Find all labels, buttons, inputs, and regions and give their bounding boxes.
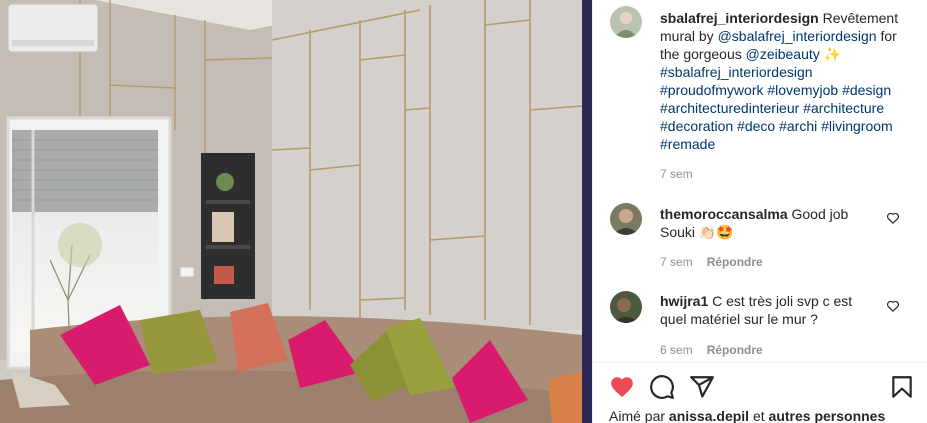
hashtags-line-2[interactable]: #proudofmywork #lovemyjob #design xyxy=(660,82,891,98)
caption-sparkle-emoji: ✨ xyxy=(823,46,842,62)
comment-username[interactable]: hwijra1 xyxy=(660,293,708,309)
commenter-avatar-image xyxy=(610,291,642,323)
likes-prefix: Aimé par xyxy=(609,408,666,423)
comment-time[interactable]: 6 sem xyxy=(660,343,693,357)
bookmark-icon[interactable] xyxy=(889,374,915,400)
hashtags-line-4[interactable]: #decoration #deco #archi #livingroom xyxy=(660,118,893,134)
caption-time[interactable]: 7 sem xyxy=(660,167,693,181)
hashtags-line-1[interactable]: #sbalafrej_interiordesign xyxy=(660,64,813,80)
comment-bubble-icon[interactable] xyxy=(649,374,675,400)
likes-others[interactable]: autres personnes xyxy=(769,408,886,423)
post-caption: sbalafrej_interiordesign Revêtement mura… xyxy=(660,9,910,153)
comment-body: themoroccansalma Good job Souki 👏🏻🤩 xyxy=(660,205,885,241)
caption-author[interactable]: sbalafrej_interiordesign xyxy=(660,10,819,26)
reply-button[interactable]: Répondre xyxy=(707,255,763,269)
comment-emoji: 👏🏻🤩 xyxy=(698,224,734,240)
hashtags-line-5[interactable]: #remade xyxy=(660,136,715,152)
comment-avatar[interactable] xyxy=(610,291,642,323)
likes-summary[interactable]: Aimé par anissa.depil et autres personne… xyxy=(609,408,885,423)
actions-divider xyxy=(592,362,927,363)
comment-body: hwijra1 C est très joli svp c est quel m… xyxy=(660,292,885,328)
comment-text-line-1: C est très joli svp c est xyxy=(712,293,853,309)
comment-meta: 6 sem Répondre xyxy=(660,343,763,357)
likes-conjunction: et xyxy=(752,408,765,423)
commenter-avatar-image xyxy=(610,203,642,235)
paper-plane-icon[interactable] xyxy=(689,374,715,400)
living-room-photo xyxy=(0,0,592,423)
caption-mention-author[interactable]: @sbalafrej_interiordesign xyxy=(718,28,877,44)
reply-button[interactable]: Répondre xyxy=(707,343,763,357)
heart-outline-icon[interactable] xyxy=(886,211,900,225)
comment-username[interactable]: themoroccansalma xyxy=(660,206,788,222)
author-avatar[interactable] xyxy=(610,6,642,38)
heart-filled-icon[interactable] xyxy=(609,374,635,400)
post-photo[interactable] xyxy=(0,0,592,423)
author-avatar-image xyxy=(610,6,642,38)
heart-outline-icon[interactable] xyxy=(886,299,900,313)
comment-text-line-2: quel matériel sur le mur ? xyxy=(660,311,818,327)
likes-user[interactable]: anissa.depil xyxy=(669,408,749,423)
comment-meta: 7 sem Répondre xyxy=(660,255,763,269)
comment-time[interactable]: 7 sem xyxy=(660,255,693,269)
comment-avatar[interactable] xyxy=(610,203,642,235)
hashtags-line-3[interactable]: #architecturedinterieur #architecture xyxy=(660,100,884,116)
caption-mention-zeibeauty[interactable]: @zeibeauty xyxy=(746,46,820,62)
